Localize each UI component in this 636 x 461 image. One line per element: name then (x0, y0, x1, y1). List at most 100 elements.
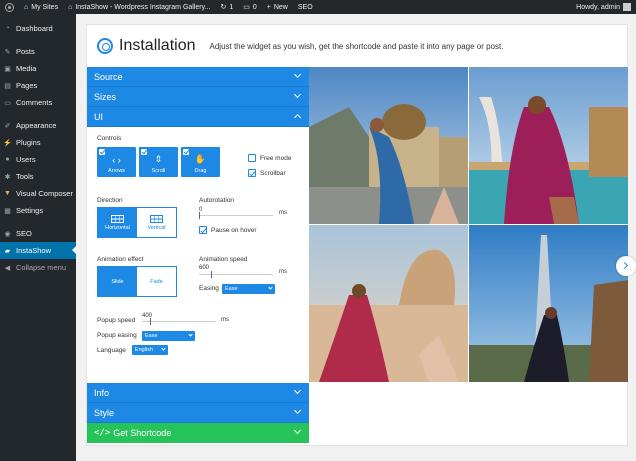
instashow-icon: ▰ (4, 247, 11, 255)
ui-settings-body: Controls ‹ › Arrows ⇕ Scroll ✋ Drag Free… (87, 127, 309, 341)
page-icon: ▤ (4, 82, 11, 90)
accordion-footer: Info Style </> Get Shortcode (87, 383, 309, 443)
effect-fade-option[interactable]: Fade (137, 267, 176, 296)
admin-bar: ⌂ My Sites ⌂ InstaShow - Wordpress Instagr… (0, 0, 636, 14)
pin-icon: ✎ (4, 48, 11, 56)
accordion-source[interactable]: Source (87, 67, 309, 87)
check-icon (183, 149, 189, 155)
accordion-info[interactable]: Info (87, 383, 309, 403)
photo-tile-burj-al-arab[interactable] (469, 67, 628, 224)
sites-icon: ⌂ (24, 3, 29, 11)
sidebar-item-appearance[interactable]: ✐ Appearance (0, 117, 76, 134)
animation-speed-slider[interactable] (199, 271, 273, 278)
wp-logo-button[interactable] (0, 0, 19, 14)
animation-speed-unit: ms (279, 269, 287, 275)
control-scroll-toggle[interactable]: ⇕ Scroll (139, 147, 178, 177)
seo-icon: ◉ (4, 230, 11, 238)
hand-icon: ✋ (194, 154, 207, 164)
photo-image (469, 225, 628, 382)
language-label: Language (97, 346, 126, 354)
sidebar-item-instashow[interactable]: ▰ InstaShow (0, 242, 76, 259)
autorotation-unit: ms (279, 210, 287, 216)
animation-effect-label: Animation effect (97, 256, 144, 263)
updates-menu[interactable]: ↻ 1 (215, 0, 238, 14)
brush-icon: ✐ (4, 122, 11, 130)
photo-tile-desert[interactable] (309, 225, 468, 382)
free-mode-checkbox[interactable] (248, 154, 256, 162)
slider-knob[interactable] (211, 271, 212, 278)
sidebar-item-visual-composer[interactable]: ▼ Visual Composer (0, 185, 76, 202)
photo-tile-cathedral[interactable] (309, 67, 468, 224)
get-shortcode-button[interactable]: </> Get Shortcode (87, 423, 309, 443)
direction-segmented: Horizontal Vertical (97, 207, 177, 238)
chevron-down-icon (293, 386, 302, 395)
animation-effect-segmented: Slide Fade (97, 266, 177, 297)
sidebar-item-settings[interactable]: ▦ Settings (0, 202, 76, 219)
sidebar-item-media[interactable]: ▣ Media (0, 60, 76, 77)
easing-select[interactable]: Ease (222, 284, 275, 294)
autorotation-label: Autorotation (199, 197, 235, 204)
slider-knob[interactable] (199, 212, 200, 219)
direction-label: Direction (97, 197, 123, 204)
plugin-icon: ⚡ (3, 139, 12, 147)
code-icon: </> (94, 428, 111, 438)
new-content-menu[interactable]: + New (262, 0, 293, 14)
sidebar-item-tools[interactable]: ✱ Tools (0, 168, 76, 185)
photo-tile-burj-khalifa[interactable] (469, 225, 628, 382)
chevron-down-icon (293, 406, 302, 415)
wrench-icon: ✱ (4, 173, 11, 181)
sidebar-item-seo[interactable]: ◉ SEO (0, 225, 76, 242)
accordion-ui[interactable]: UI (87, 107, 309, 127)
account-menu[interactable]: Howdy, admin (571, 0, 636, 14)
popup-speed-slider[interactable] (142, 318, 216, 325)
slider-knob[interactable] (150, 318, 151, 325)
effect-slide-option[interactable]: Slide (98, 267, 137, 296)
sidebar-item-comments[interactable]: ▭ Comments (0, 94, 76, 111)
instagram-preview-grid (309, 67, 636, 383)
chevron-down-icon (161, 346, 166, 351)
chevron-down-icon (293, 90, 302, 99)
my-sites-menu[interactable]: ⌂ My Sites (19, 0, 63, 14)
settings-icon: ▦ (4, 207, 11, 215)
plus-icon: + (266, 3, 271, 11)
accordion-style[interactable]: Style (87, 403, 309, 423)
dashboard-icon: ◔ (5, 25, 10, 32)
grid-horizontal-icon (111, 214, 124, 223)
check-icon (99, 149, 105, 155)
settings-panel: Source Sizes UI Controls ‹ › Arrows ⇕ Sc… (87, 67, 309, 447)
language-select[interactable]: English (131, 345, 168, 355)
next-arrow-button[interactable] (616, 256, 636, 276)
easing-label: Easing (199, 285, 219, 292)
comment-icon: ▭ (4, 99, 11, 107)
comments-menu[interactable]: ▭ 0 (238, 0, 262, 14)
sidebar-item-plugins[interactable]: ⚡ Plugins (0, 134, 76, 151)
updates-icon: ↻ (220, 4, 227, 11)
gear-icon (97, 38, 113, 54)
collapse-menu-button[interactable]: ◀ Collapse menu (0, 259, 76, 276)
chevron-down-icon (188, 332, 193, 337)
home-icon: ⌂ (68, 3, 73, 11)
page-title: Installation (119, 37, 196, 54)
sidebar-item-dashboard[interactable]: ◔ Dashboard (0, 20, 76, 37)
control-drag-toggle[interactable]: ✋ Drag (181, 147, 220, 177)
pause-on-hover-checkbox[interactable] (199, 226, 207, 234)
vc-icon: ▼ (4, 190, 11, 197)
sidebar-item-posts[interactable]: ✎ Posts (0, 43, 76, 60)
site-name-menu[interactable]: ⌂ InstaShow - Wordpress Instagram Gallery… (63, 0, 215, 14)
sidebar-item-users[interactable]: ● Users (0, 151, 76, 168)
scroll-icon: ⇕ (154, 154, 163, 164)
free-mode-label: Free mode (260, 155, 292, 162)
scrollbar-checkbox[interactable] (248, 169, 256, 177)
sidebar-item-pages[interactable]: ▤ Pages (0, 77, 76, 94)
control-arrows-toggle[interactable]: ‹ › Arrows (97, 147, 136, 177)
seo-menu[interactable]: SEO (293, 0, 318, 14)
direction-vertical-option[interactable]: Vertical (137, 208, 176, 237)
controls-label: Controls (97, 135, 122, 142)
autorotation-slider[interactable] (199, 212, 273, 219)
user-icon: ● (5, 156, 10, 163)
direction-horizontal-option[interactable]: Horizontal (98, 208, 137, 237)
arrows-icon: ‹ › (112, 155, 121, 165)
media-icon: ▣ (4, 65, 11, 73)
wordpress-icon (5, 2, 14, 12)
accordion-sizes[interactable]: Sizes (87, 87, 309, 107)
